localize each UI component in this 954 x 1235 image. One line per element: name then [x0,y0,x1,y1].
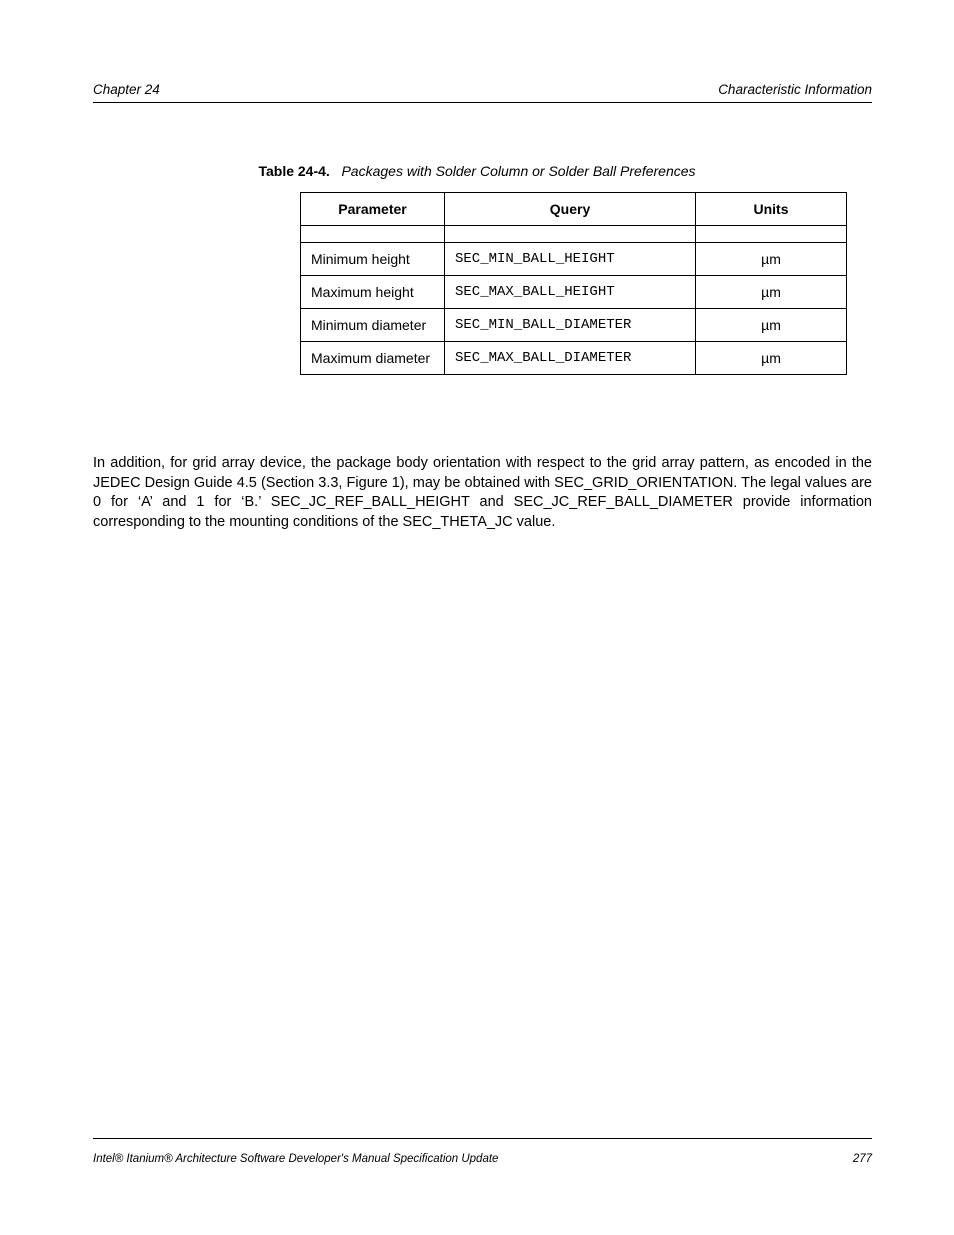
table-row: Maximum height SEC_MAX_BALL_HEIGHT µm [301,276,847,309]
table-row: Maximum diameter SEC_MAX_BALL_DIAMETER µ… [301,342,847,375]
cell-query: SEC_MAX_BALL_DIAMETER [445,342,696,375]
table-row: Minimum diameter SEC_MIN_BALL_DIAMETER µ… [301,309,847,342]
col-header-query: Query [445,193,696,226]
cell-query: SEC_MIN_BALL_HEIGHT [445,243,696,276]
page-header: Chapter 24 Characteristic Information [93,82,872,97]
footer-page-number: 277 [853,1153,872,1165]
cell-units: µm [696,243,847,276]
cell-units: µm [696,342,847,375]
header-chapter: Chapter 24 [93,82,160,97]
table-label: Table 24-4. [258,163,329,179]
cell-parameter: Maximum diameter [301,342,445,375]
table-row: Minimum height SEC_MIN_BALL_HEIGHT µm [301,243,847,276]
table-header-underline [301,226,847,243]
parameters-table: Parameter Query Units Minimum height SEC… [300,192,847,375]
cell-parameter: Maximum height [301,276,445,309]
cell-units: µm [696,309,847,342]
table-title: Packages with Solder Column or Solder Ba… [341,163,695,179]
col-header-units: Units [696,193,847,226]
table-header-row: Parameter Query Units [301,193,847,226]
cell-query: SEC_MAX_BALL_HEIGHT [445,276,696,309]
cell-units: µm [696,276,847,309]
table-caption: Table 24-4. Packages with Solder Column … [0,163,954,179]
header-section-title: Characteristic Information [718,82,872,97]
header-rule [93,102,872,103]
page-footer: Intel® Itanium® Architecture Software De… [93,1153,872,1165]
body-text: In addition, for grid array device, the … [93,454,872,546]
cell-parameter: Minimum height [301,243,445,276]
cell-query: SEC_MIN_BALL_DIAMETER [445,309,696,342]
footer-rule [93,1138,872,1139]
col-header-parameter: Parameter [301,193,445,226]
cell-parameter: Minimum diameter [301,309,445,342]
footer-doc-title: Intel® Itanium® Architecture Software De… [93,1153,498,1165]
paragraph: In addition, for grid array device, the … [93,454,872,532]
